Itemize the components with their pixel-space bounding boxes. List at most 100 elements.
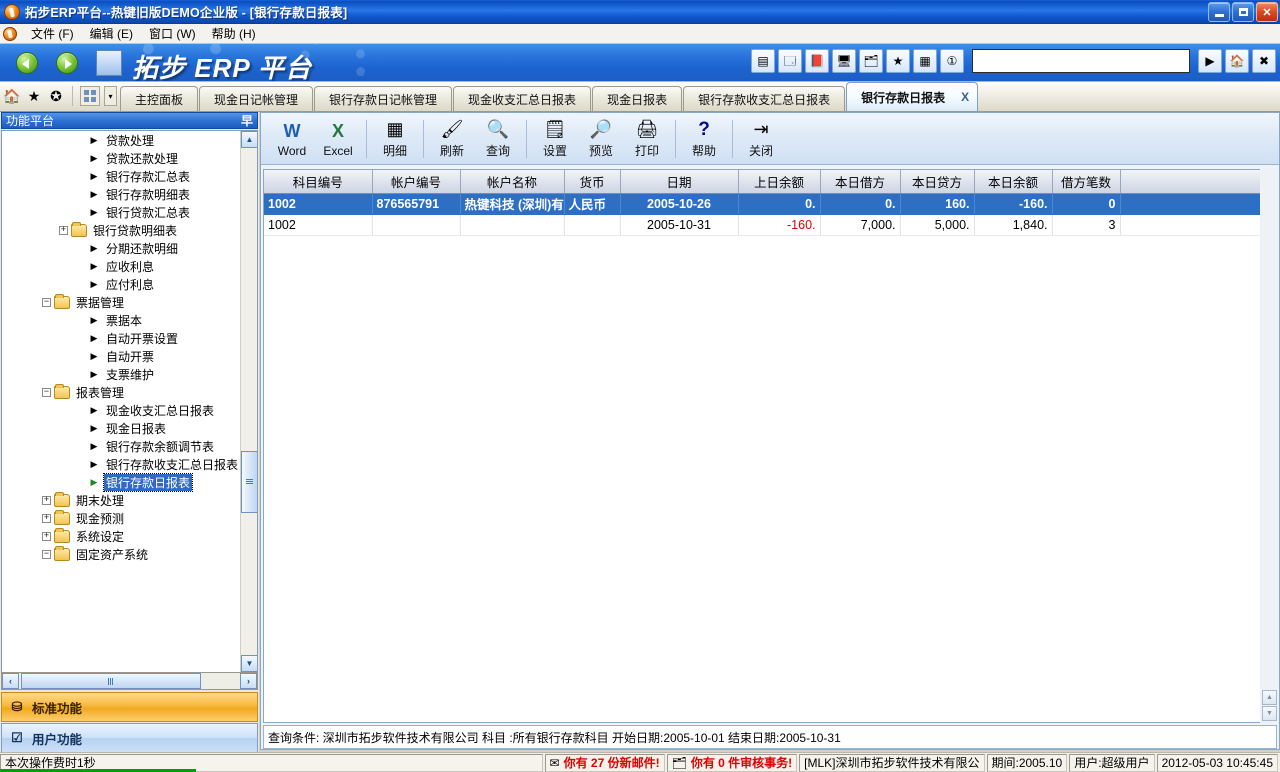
tree-item[interactable]: ▶现金日报表 [2, 419, 238, 437]
table-column-header[interactable]: 借方笔数 [1052, 170, 1120, 193]
table-column-header[interactable]: 帐户名称 [460, 170, 564, 193]
close-button[interactable]: ✕ [1256, 2, 1278, 22]
banner-search-input[interactable] [972, 49, 1190, 73]
tab-bank-deposit-journal[interactable]: 银行存款日记帐管理 [314, 86, 452, 111]
scroll-thumb[interactable] [21, 673, 201, 689]
clock-icon[interactable]: ① [940, 49, 964, 73]
favorites-star-icon[interactable]: ★ [25, 87, 43, 105]
toolbar-button-search[interactable]: 🔍查询 [475, 116, 521, 162]
pin-icon[interactable]: 早 [241, 112, 253, 129]
table-column-header[interactable] [1120, 170, 1277, 193]
tree-item[interactable]: +期末处理 [2, 491, 238, 509]
grid-view-button[interactable] [80, 86, 100, 106]
expand-icon[interactable]: + [42, 532, 51, 541]
table-column-header[interactable]: 科目编号 [264, 170, 372, 193]
scroll-up-button[interactable]: ▲ [1262, 690, 1277, 705]
toolbar-button-close-door[interactable]: ⇥关闭 [738, 116, 784, 162]
sidebar-item-user-functions[interactable]: ☑ 用户功能 [1, 723, 258, 753]
tree-item[interactable]: ▶自动开票设置 [2, 329, 238, 347]
status-new-mail[interactable]: ✉ 你有 27 份新邮件! [545, 754, 665, 772]
panel-icon[interactable]: ▤ [751, 49, 775, 73]
menu-item-file[interactable]: 文件 (F) [23, 23, 82, 44]
toolbar-button-settings[interactable]: 🗒设置 [532, 116, 578, 162]
tree-item[interactable]: ▶贷款还款处理 [2, 149, 238, 167]
back-arrow-icon[interactable] [16, 52, 38, 74]
report-grid-container[interactable]: 科目编号帐户编号帐户名称货币日期上日余额本日借方本日贷方本日余额借方笔数 100… [263, 169, 1277, 723]
tab-bank-summary-daily[interactable]: 银行存款收支汇总日报表 [683, 86, 845, 111]
scroll-track[interactable] [19, 673, 240, 689]
toolbar-button-preview[interactable]: 🔎预览 [578, 116, 624, 162]
table-column-header[interactable]: 本日借方 [820, 170, 900, 193]
table-column-header[interactable]: 本日余额 [974, 170, 1052, 193]
stop-icon[interactable]: ✖ [1252, 49, 1276, 73]
tab-cash-daily[interactable]: 现金日报表 [592, 86, 682, 111]
toolbar-button-excel[interactable]: XExcel [315, 116, 361, 162]
tree-item[interactable]: ▶贷款处理 [2, 131, 238, 149]
tree-item[interactable]: −票据管理 [2, 293, 238, 311]
new-window-icon[interactable]: 🗔 [778, 49, 802, 73]
minimize-button[interactable] [1208, 2, 1230, 22]
toolbar-button-word[interactable]: WWord [269, 116, 315, 162]
menu-item-help[interactable]: 帮助 (H) [204, 23, 264, 44]
tab-cash-journal[interactable]: 现金日记帐管理 [199, 86, 313, 111]
table-column-header[interactable]: 货币 [564, 170, 620, 193]
list-view-icon[interactable]: ▦ [913, 49, 937, 73]
workbench-icon[interactable]: 🖥 [832, 49, 856, 73]
notebook-icon[interactable]: 📕 [805, 49, 829, 73]
scroll-up-button[interactable]: ▲ [241, 131, 258, 148]
tree-item[interactable]: ▶银行存款明细表 [2, 185, 238, 203]
chevron-down-icon[interactable]: ▾ [104, 86, 117, 106]
toolbar-button-refresh[interactable]: 🖌刷新 [429, 116, 475, 162]
go-icon[interactable]: ▶ [1198, 49, 1222, 73]
tree-item[interactable]: ▶支票维护 [2, 365, 238, 383]
home-run-icon[interactable]: 🏠 [1225, 49, 1249, 73]
grid-vertical-scrollbar[interactable]: ▲ ▼ [1260, 169, 1277, 723]
favorites-star-icon[interactable]: ★ [886, 49, 910, 73]
tree-item[interactable]: ▶银行存款余额调节表 [2, 437, 238, 455]
menu-item-edit[interactable]: 编辑 (E) [82, 23, 141, 44]
tab-main-dashboard[interactable]: 主控面板 [120, 86, 198, 111]
scroll-left-button[interactable]: ‹ [2, 673, 19, 689]
tree-item[interactable]: −固定资产系统 [2, 545, 238, 563]
forward-arrow-icon[interactable] [56, 52, 78, 74]
expand-icon[interactable]: + [42, 496, 51, 505]
tree-horizontal-scrollbar[interactable]: ‹ › [1, 672, 258, 690]
tree-item[interactable]: ▶自动开票 [2, 347, 238, 365]
scroll-down-button[interactable]: ▼ [241, 655, 258, 672]
tree-item[interactable]: ▶票据本 [2, 311, 238, 329]
add-favorite-icon[interactable]: ✪ [47, 87, 65, 105]
collapse-icon[interactable]: − [42, 550, 51, 559]
maximize-button[interactable] [1232, 2, 1254, 22]
expand-icon[interactable]: + [59, 226, 68, 235]
tree-vertical-scrollbar[interactable]: ▲ ▼ [240, 131, 257, 672]
tree-item[interactable]: ▶银行贷款汇总表 [2, 203, 238, 221]
table-row[interactable]: 10022005-10-31-160.7,000.5,000.1,840.3 [264, 214, 1277, 235]
tree-item[interactable]: ▶银行存款收支汇总日报表 [2, 455, 238, 473]
tree-item[interactable]: −报表管理 [2, 383, 238, 401]
tree-item[interactable]: ▶分期还款明细 [2, 239, 238, 257]
sidebar-item-standard-functions[interactable]: ⛁ 标准功能 [1, 692, 258, 722]
tree-item[interactable]: +银行贷款明细表 [2, 221, 238, 239]
scroll-right-button[interactable]: › [240, 673, 257, 689]
close-icon[interactable]: X [961, 90, 969, 104]
table-column-header[interactable]: 上日余额 [738, 170, 820, 193]
status-audit-tasks[interactable]: 🗂 你有 0 件审核事务! [667, 754, 798, 772]
table-row[interactable]: 1002876565791热键科技 (深圳)有限人民币2005-10-260.0… [264, 193, 1277, 214]
tree-item[interactable]: ▶应收利息 [2, 257, 238, 275]
table-column-header[interactable]: 帐户编号 [372, 170, 460, 193]
expand-icon[interactable]: + [42, 514, 51, 523]
home-icon[interactable]: 🏠 [3, 87, 21, 105]
toolbar-button-detail[interactable]: ▦明细 [372, 116, 418, 162]
toolbar-button-help[interactable]: ?帮助 [681, 116, 727, 162]
add-report-icon[interactable]: 🗂 [859, 49, 883, 73]
tree-item[interactable]: ▶银行存款汇总表 [2, 167, 238, 185]
tree-item[interactable]: ▶现金收支汇总日报表 [2, 401, 238, 419]
tree-item[interactable]: ▶银行存款日报表 [2, 473, 238, 491]
toolbar-button-print[interactable]: 🖨打印 [624, 116, 670, 162]
collapse-icon[interactable]: − [42, 298, 51, 307]
scroll-down-button[interactable]: ▼ [1262, 706, 1277, 721]
tab-cash-summary-daily[interactable]: 现金收支汇总日报表 [453, 86, 591, 111]
collapse-icon[interactable]: − [42, 388, 51, 397]
table-column-header[interactable]: 本日贷方 [900, 170, 974, 193]
tree-item[interactable]: ▶应付利息 [2, 275, 238, 293]
